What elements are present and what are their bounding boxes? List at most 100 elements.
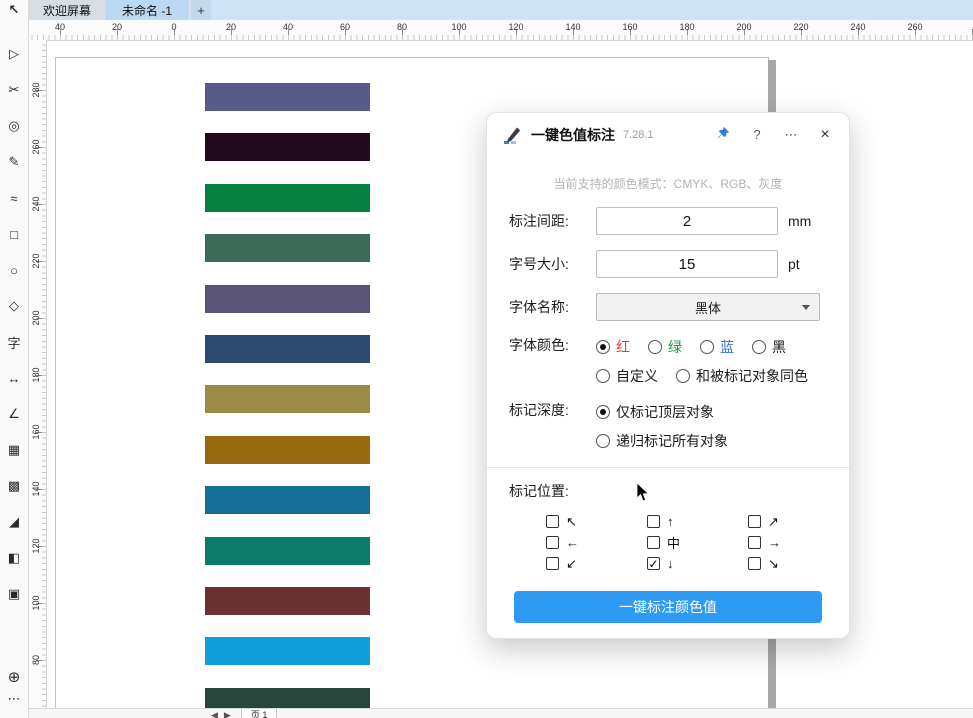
page-tab[interactable]: 页 1 xyxy=(240,709,278,718)
dialog-header: 一键色值标注 7.28.1 ? ⋯ × xyxy=(487,113,849,157)
color-bar[interactable] xyxy=(205,587,370,615)
color-bar[interactable] xyxy=(205,183,370,212)
position-option-sw[interactable]: ↙ xyxy=(546,556,647,571)
font-name-value: 黑体 xyxy=(694,300,721,316)
shadow-tool[interactable]: ▩ xyxy=(0,468,28,504)
crop-tool[interactable]: ✂ xyxy=(0,72,28,108)
radio-label: 黑 xyxy=(772,339,786,355)
ruler-number: 20 xyxy=(111,22,122,32)
checkbox[interactable] xyxy=(546,557,559,570)
ruler-number: 0 xyxy=(171,22,177,32)
checkbox[interactable] xyxy=(647,536,660,549)
position-option-n[interactable]: ↑ xyxy=(647,514,748,529)
color-bar[interactable] xyxy=(205,435,370,464)
ruler-number: 120 xyxy=(31,538,41,554)
spacing-input[interactable] xyxy=(596,207,778,235)
radio-option-recursive[interactable]: 递归标记所有对象 xyxy=(596,431,728,451)
help-icon[interactable]: ? xyxy=(749,127,765,143)
ruler-number: 240 xyxy=(850,22,866,32)
ruler-number: 100 xyxy=(451,22,467,32)
polygon-tool[interactable]: ◇ xyxy=(0,288,28,324)
spacing-row: 标注间距: mm xyxy=(487,207,849,235)
text-tool[interactable]: 字 xyxy=(0,324,28,360)
pin-icon[interactable] xyxy=(715,126,731,144)
radio-option-green[interactable]: 绿 xyxy=(648,337,682,357)
radio-label: 红 xyxy=(616,339,630,355)
vertical-ruler[interactable]: 300 280 260 240 220 200 180 160 140 120 100 80 xyxy=(28,40,47,718)
dialog-header-icons: ? ⋯ × xyxy=(715,126,833,144)
more-options-icon[interactable]: ⋯ xyxy=(783,127,799,143)
shape-tool[interactable]: ▷ xyxy=(0,36,28,72)
pick-tool[interactable]: ↖ xyxy=(0,0,28,20)
close-icon[interactable]: × xyxy=(817,127,833,143)
tab-untitled-document[interactable]: 未命名 -1 xyxy=(107,0,189,20)
ruler-number: 160 xyxy=(622,22,638,32)
position-option-ne[interactable]: ↗ xyxy=(748,514,849,529)
position-option-se[interactable]: ↘ xyxy=(748,556,849,571)
tab-welcome-screen[interactable]: 欢迎屏幕 xyxy=(28,0,108,20)
new-document-tab-button[interactable]: + xyxy=(191,0,212,20)
toolbox-overflow-button[interactable]: ⋯ xyxy=(0,690,28,708)
font-name-select[interactable]: 黑体 xyxy=(596,293,820,321)
font-size-input[interactable] xyxy=(596,250,778,278)
eyedropper-tool[interactable]: ◢ xyxy=(0,504,28,540)
customize-toolbox-button[interactable]: ⊕ xyxy=(0,664,28,690)
radio-option-blue[interactable]: 蓝 xyxy=(700,337,734,357)
color-bar[interactable] xyxy=(205,536,370,565)
radio-option-same-as-object[interactable]: 和被标记对象同色 xyxy=(676,366,808,386)
mark-depth-label: 标记深度: xyxy=(509,402,569,418)
ruler-number: 220 xyxy=(31,253,41,269)
ruler-number: 60 xyxy=(339,22,350,32)
dialog-version: 7.28.1 xyxy=(623,129,654,141)
rectangle-tool[interactable]: □ xyxy=(0,216,28,252)
font-size-label: 字号大小: xyxy=(509,256,569,272)
radio-option-black[interactable]: 黑 xyxy=(752,337,786,357)
ellipse-tool[interactable]: ○ xyxy=(0,252,28,288)
checked-checkbox[interactable]: ✓ xyxy=(647,557,660,570)
radio-option-red[interactable]: 红 xyxy=(596,337,630,357)
position-option-center[interactable]: 中 xyxy=(647,535,748,551)
prev-page-button[interactable]: ◀ xyxy=(211,710,218,718)
color-bar[interactable] xyxy=(205,83,370,111)
checkbox[interactable] xyxy=(546,536,559,549)
annotate-color-values-button[interactable]: 一键标注颜色值 xyxy=(514,591,822,623)
spacing-label: 标注间距: xyxy=(509,213,569,229)
position-arrow-e: → xyxy=(768,535,781,550)
blend-tool[interactable]: ▦ xyxy=(0,432,28,468)
position-option-w[interactable]: ← xyxy=(546,535,647,550)
outline-tool[interactable]: ▣ xyxy=(0,576,28,612)
freehand-tool[interactable]: ✎ xyxy=(0,144,28,180)
ruler-number: 200 xyxy=(31,310,41,326)
ruler-number: 40 xyxy=(282,22,293,32)
mark-depth-row: 标记深度: 仅标记顶层对象 递归标记所有对象 xyxy=(487,401,849,451)
position-option-s[interactable]: ✓ ↓ xyxy=(647,556,748,571)
ruler-number: 300 xyxy=(28,40,44,48)
horizontal-ruler[interactable]: 40 20 0 20 40 60 80 100 120 140 160 180 200 220 240 260 xyxy=(28,20,973,41)
checkbox[interactable] xyxy=(748,536,761,549)
mark-position-grid: ↖ ← ↙ ↑ 中 ✓ ↓ ↗ → ↘ xyxy=(487,514,849,571)
checkbox[interactable] xyxy=(647,515,660,528)
checkbox[interactable] xyxy=(748,515,761,528)
position-option-e[interactable]: → xyxy=(748,535,849,550)
radio-option-top-level-only[interactable]: 仅标记顶层对象 xyxy=(596,402,714,422)
connector-tool[interactable]: ∠ xyxy=(0,396,28,432)
font-color-row: 字体颜色: 红 绿 蓝 黑 自定义 和被标记对象同色 xyxy=(487,336,849,386)
color-bar[interactable] xyxy=(205,335,370,363)
artistic-media-tool[interactable]: ≈ xyxy=(0,180,28,216)
color-bar[interactable] xyxy=(205,385,370,414)
position-option-nw[interactable]: ↖ xyxy=(546,514,647,529)
position-arrow-nw: ↖ xyxy=(566,513,577,529)
interactive-fill-tool[interactable]: ◧ xyxy=(0,540,28,576)
color-bar[interactable] xyxy=(205,637,370,666)
supported-color-modes-hint: 当前支持的颜色模式：CMYK、RGB、灰度 xyxy=(553,177,783,191)
dimension-tool[interactable]: ↔ xyxy=(0,360,28,396)
checkbox[interactable] xyxy=(546,515,559,528)
color-bar[interactable] xyxy=(205,234,370,263)
radio-option-custom[interactable]: 自定义 xyxy=(596,366,658,386)
next-page-button[interactable]: ▶ xyxy=(224,710,231,718)
color-bar[interactable] xyxy=(205,284,370,313)
color-bar[interactable] xyxy=(205,486,370,515)
zoom-tool[interactable]: ◎ xyxy=(0,108,28,144)
checkbox[interactable] xyxy=(748,557,761,570)
color-bar[interactable] xyxy=(205,133,370,162)
